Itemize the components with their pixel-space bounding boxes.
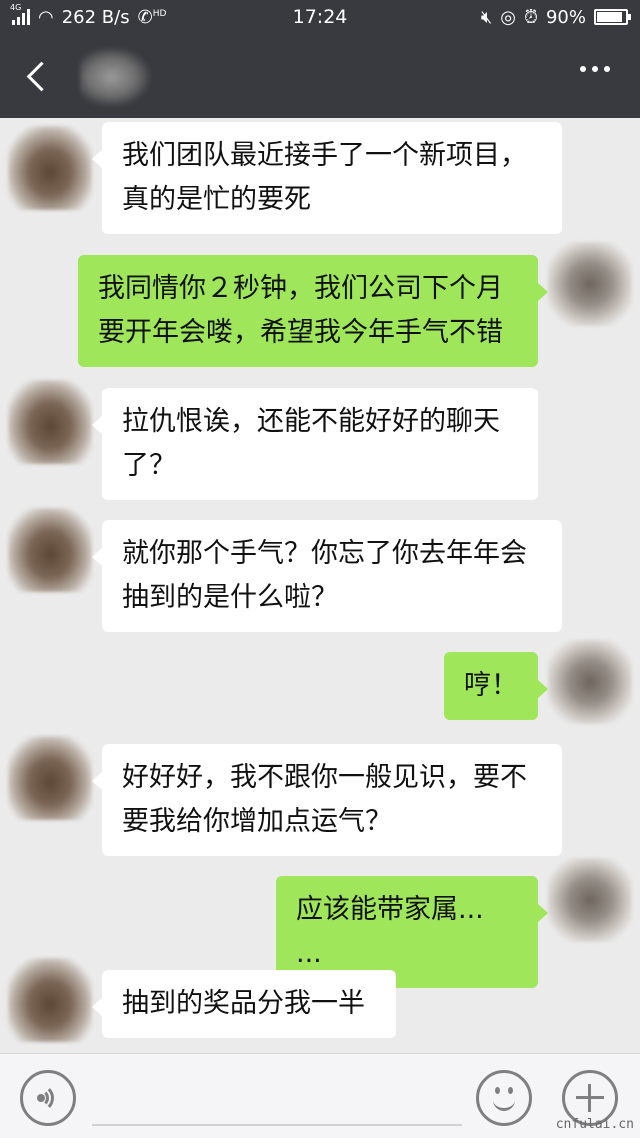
more-options-button[interactable] [580, 66, 610, 72]
battery-icon [594, 9, 631, 25]
message-bubble-sent[interactable]: 我同情你２秒钟，我们公司下个月 要开年会喽，希望我今年手气不错 [78, 255, 548, 367]
message-line: 抽到的是什么啦？ [122, 582, 338, 613]
chat-area[interactable]: 我们团队最近接手了一个新项目， 真的是忙的要死 我同情你２秒钟，我们公司下个月 … [0, 118, 640, 1053]
battery-fill [597, 12, 622, 22]
message-bubble-received[interactable]: 好好好，我不跟你一般见识，要不 要我给你增加点运气？ [92, 744, 562, 856]
message-line: 拉仇恨诶，还能不能好好的聊天 [122, 406, 500, 437]
message-line: 抽到的奖品分我一半 [122, 988, 365, 1019]
chat-title-blurred [80, 48, 150, 106]
input-bar: cnfulai.cn [0, 1053, 640, 1138]
message-bubble-received[interactable]: 就你那个手气？你忘了你去年年会 抽到的是什么啦？ [92, 520, 562, 632]
message-line: 真的是忙的要死 [122, 184, 311, 215]
avatar-self[interactable] [548, 858, 632, 942]
call-hd-icon: ✆HD [137, 6, 167, 28]
voice-input-button[interactable] [20, 1070, 76, 1126]
avatar-contact[interactable] [8, 508, 92, 592]
avatar-contact[interactable] [8, 126, 92, 210]
message-line: 要我给你增加点运气？ [122, 806, 392, 837]
message-bubble-sent[interactable]: 哼！ [444, 652, 548, 720]
chat-header [0, 34, 640, 118]
message-bubble-received[interactable]: 拉仇恨诶，还能不能好好的聊天 了？ [92, 388, 538, 500]
rotation-lock-icon: ◎ [500, 6, 516, 28]
avatar-contact[interactable] [8, 958, 92, 1042]
message-line: 就你那个手气？你忘了你去年年会 [122, 538, 527, 569]
message-bubble-received[interactable]: 我们团队最近接手了一个新项目， 真的是忙的要死 [92, 122, 562, 234]
wifi-icon: ◠ [38, 6, 54, 28]
message-line: 好好好，我不跟你一般见识，要不 [122, 762, 527, 793]
emoji-icon [489, 1083, 519, 1113]
watermark: cnfulai.cn [555, 1117, 634, 1132]
hd-label: HD [152, 8, 167, 19]
message-line: 了？ [122, 450, 176, 481]
alarm-icon: ⏰︎ [523, 6, 538, 28]
signal-icon: 4G [10, 3, 30, 25]
plus-icon [576, 1084, 604, 1112]
status-left: 4G ◠ 262 B/s ✆HD [10, 3, 167, 28]
voice-icon [35, 1084, 61, 1112]
network-type-label: 4G [10, 3, 22, 12]
mute-icon: 🔇︎ [480, 6, 493, 28]
emoji-button[interactable] [476, 1070, 532, 1126]
network-speed: 262 B/s [61, 6, 130, 28]
avatar-contact[interactable] [8, 380, 92, 464]
avatar-self[interactable] [548, 640, 632, 724]
battery-percent: 90% [545, 6, 586, 28]
message-text-input[interactable] [92, 1072, 462, 1126]
back-button[interactable] [22, 56, 52, 96]
message-line: 我们团队最近接手了一个新项目， [122, 140, 527, 171]
status-bar: 4G ◠ 262 B/s ✆HD 17:24 🔇︎ ◎ ⏰︎ 90% [0, 0, 640, 34]
status-right: 🔇︎ ◎ ⏰︎ 90% [480, 6, 631, 28]
message-line: 应该能带家属... ... [296, 894, 484, 969]
message-line: 要开年会喽，希望我今年手气不错 [98, 317, 503, 348]
avatar-self[interactable] [548, 242, 632, 326]
message-bubble-received[interactable]: 抽到的奖品分我一半 [92, 970, 396, 1038]
message-line: 哼！ [464, 670, 518, 701]
message-line: 我同情你２秒钟，我们公司下个月 [98, 273, 503, 304]
avatar-contact[interactable] [8, 736, 92, 820]
